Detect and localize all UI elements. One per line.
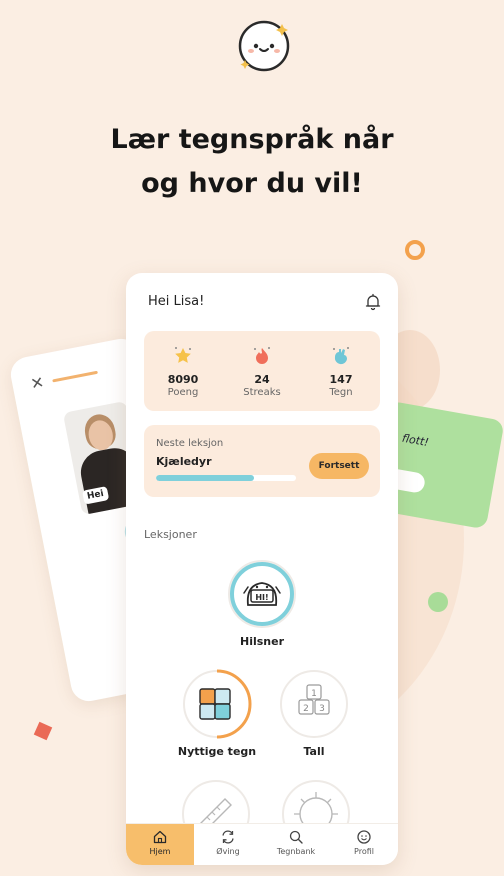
headline-line-2: og hvor du vil! xyxy=(141,168,363,199)
stat-points: 8090 Poeng xyxy=(144,345,222,398)
number-blocks-icon: 1 2 3 xyxy=(280,670,348,738)
bottom-nav: Hjem Øving Tegnbank Profil xyxy=(126,823,398,865)
nav-practice-label: Øving xyxy=(216,847,240,856)
lesson-greetings-name: Hilsner xyxy=(239,635,284,648)
stats-panel: 8090 Poeng 24 Streaks 147 Tegn xyxy=(144,331,380,411)
stat-signs-value: 147 xyxy=(329,373,353,386)
stat-points-value: 8090 xyxy=(167,373,199,386)
headline: Lær tegnspråk når og hvor du vil! xyxy=(0,118,504,206)
smiley-icon xyxy=(357,830,371,844)
greeting: Hei Lisa! xyxy=(148,294,205,309)
mascot-logo-icon xyxy=(238,20,290,72)
lesson-numbers[interactable]: 1 2 3 Tall xyxy=(274,669,354,758)
svg-text:HI!: HI! xyxy=(255,593,268,602)
next-lesson-title: Kjæledyr xyxy=(156,455,212,468)
svg-text:3: 3 xyxy=(319,704,325,714)
lesson-useful-signs[interactable]: Nyttige tegn xyxy=(172,669,262,758)
stat-streaks-label: Streaks xyxy=(243,387,281,398)
search-icon xyxy=(289,830,303,844)
phone-screen: Hei Lisa! 8090 Poeng 24 Streaks 147 Tegn… xyxy=(126,273,398,865)
decor-dot xyxy=(428,592,448,612)
next-lesson-card[interactable]: Neste leksjon Kjæledyr Fortsett xyxy=(144,425,380,497)
continue-button[interactable]: Fortsett xyxy=(309,453,369,479)
next-lesson-progress-fill xyxy=(156,475,254,481)
close-icon: ✕ xyxy=(28,372,46,394)
nav-profile[interactable]: Profil xyxy=(330,824,398,865)
stat-points-label: Poeng xyxy=(167,387,199,398)
lesson-numbers-name: Tall xyxy=(303,745,325,758)
stat-streaks-value: 24 xyxy=(254,373,270,386)
next-lesson-label: Neste leksjon xyxy=(156,438,224,449)
flame-icon xyxy=(254,347,270,364)
stat-signs: 147 Tegn xyxy=(302,345,380,398)
svg-text:1: 1 xyxy=(311,689,317,699)
nav-profile-label: Profil xyxy=(354,847,374,856)
headline-line-1: Lær tegnspråk når xyxy=(110,124,394,155)
stat-signs-label: Tegn xyxy=(329,387,353,398)
refresh-icon xyxy=(222,830,234,844)
nav-signbank[interactable]: Tegnbank xyxy=(262,824,330,865)
nav-home-label: Hjem xyxy=(149,847,171,856)
hand-sign-icon xyxy=(333,347,349,365)
next-lesson-progress xyxy=(156,475,296,481)
lesson-useful-signs-name: Nyttige tegn xyxy=(177,745,257,758)
decor-ring xyxy=(405,240,425,260)
star-icon xyxy=(175,347,191,363)
puzzle-icon xyxy=(183,669,252,739)
greeting-mascot-icon: HI! xyxy=(228,560,296,628)
lesson-greetings[interactable]: HI! Hilsner xyxy=(222,559,302,648)
home-icon xyxy=(153,830,167,844)
feedback-text: flott! xyxy=(401,431,430,450)
lessons-header: Leksjoner xyxy=(144,528,197,541)
card-progress-bar xyxy=(52,370,98,383)
bell-icon[interactable] xyxy=(364,293,382,311)
nav-practice[interactable]: Øving xyxy=(194,824,262,865)
nav-home[interactable]: Hjem xyxy=(126,824,194,865)
decor-square xyxy=(33,721,53,741)
nav-signbank-label: Tegnbank xyxy=(276,847,316,856)
stat-streaks: 24 Streaks xyxy=(223,345,301,398)
svg-text:2: 2 xyxy=(303,704,309,714)
